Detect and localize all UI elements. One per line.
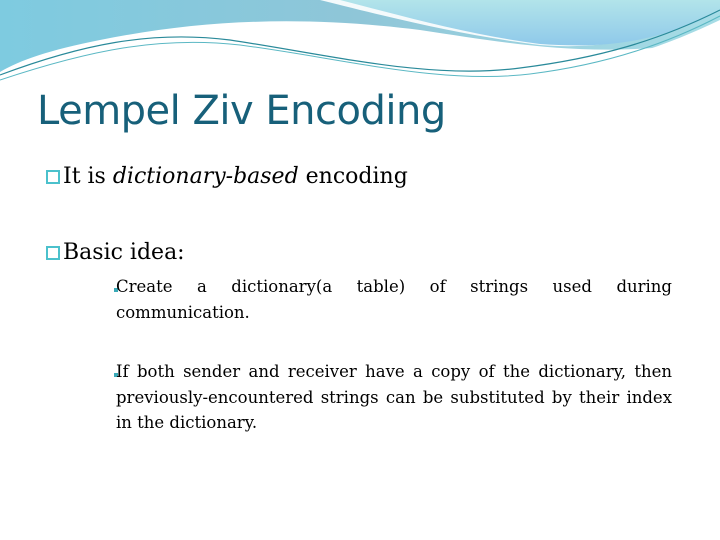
bullet-dictionary-based: It is dictionary-based encoding xyxy=(46,164,408,189)
square-bullet-icon xyxy=(46,170,60,184)
sub-bullet-create-dictionary: Create a dictionary(a table) of strings … xyxy=(116,277,672,322)
square-bullet-icon xyxy=(46,246,60,260)
slide-title: Lempel Ziv Encoding xyxy=(37,88,446,134)
sub-bullet-shared-dictionary: If both sender and receiver have a copy … xyxy=(116,362,672,432)
header-wave-decoration xyxy=(0,0,720,90)
bullet-basic-idea: Basic idea: xyxy=(46,240,185,265)
